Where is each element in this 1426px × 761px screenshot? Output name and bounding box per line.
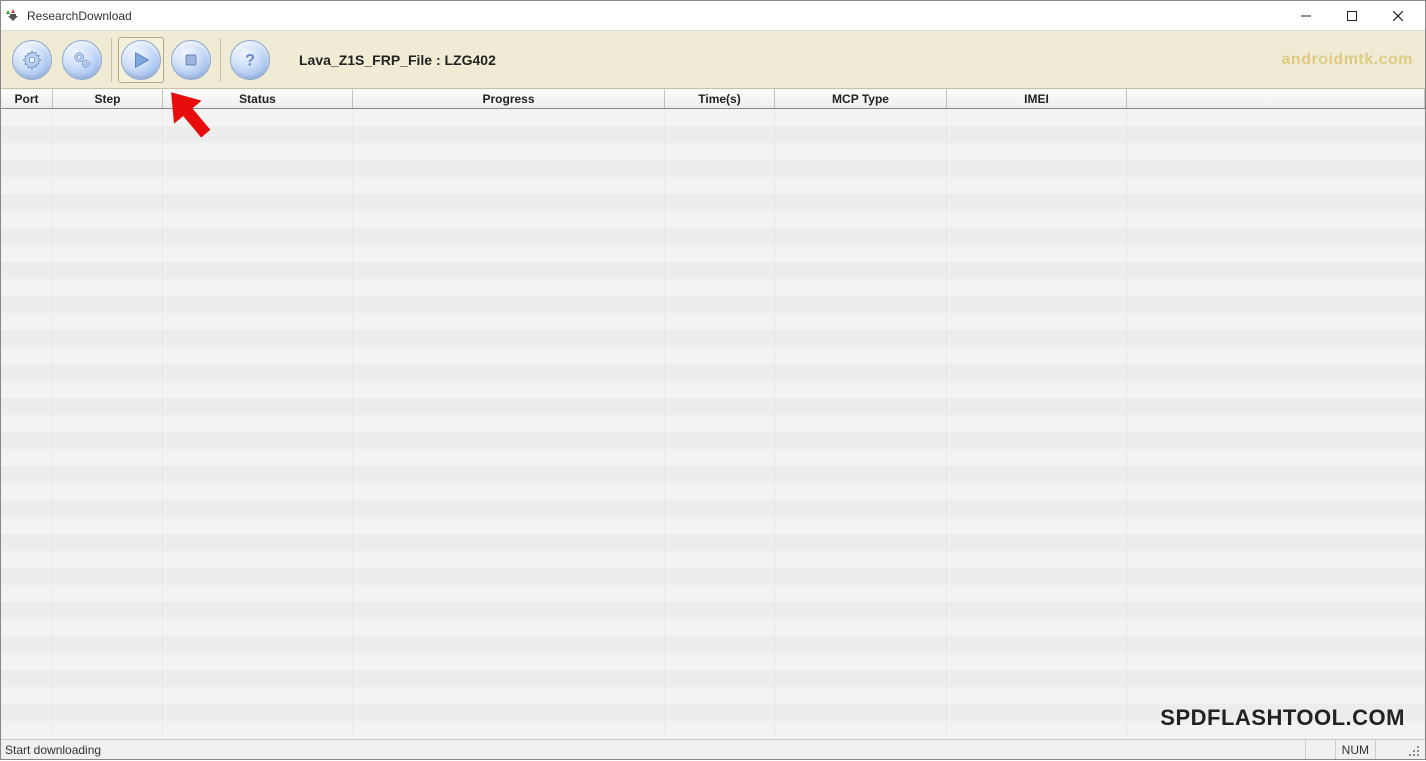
table-row[interactable] [1, 585, 1425, 602]
table-row[interactable] [1, 398, 1425, 415]
column-header-status[interactable]: Status [163, 89, 353, 108]
table-row[interactable] [1, 364, 1425, 381]
tool-group-help: ? [225, 31, 275, 89]
settings-button[interactable] [9, 37, 55, 83]
table-row[interactable] [1, 347, 1425, 364]
table-row[interactable] [1, 534, 1425, 551]
start-download-button[interactable] [118, 37, 164, 83]
table-row[interactable] [1, 313, 1425, 330]
minimize-button[interactable] [1283, 1, 1329, 31]
table-row[interactable] [1, 415, 1425, 432]
statusbar-pane-empty [1305, 740, 1335, 759]
table-row[interactable] [1, 330, 1425, 347]
close-button[interactable] [1375, 1, 1421, 31]
gears-icon [62, 40, 102, 80]
column-header-blank [1127, 89, 1425, 108]
window-title: ResearchDownload [27, 9, 1283, 23]
titlebar: ResearchDownload [1, 1, 1425, 31]
help-icon: ? [230, 40, 270, 80]
table-row[interactable] [1, 619, 1425, 636]
statusbar: Start downloading NUM [1, 739, 1425, 759]
toolbar: ? Lava_Z1S_FRP_File : LZG402 androidmtk.… [1, 31, 1425, 89]
table-row[interactable] [1, 160, 1425, 177]
help-button[interactable]: ? [227, 37, 273, 83]
play-icon [121, 40, 161, 80]
table-row[interactable] [1, 245, 1425, 262]
table-row[interactable] [1, 262, 1425, 279]
app-icon [5, 8, 21, 24]
watermark-top: androidmtk.com [1282, 51, 1413, 69]
column-header-imei[interactable]: IMEI [947, 89, 1127, 108]
table-row[interactable] [1, 143, 1425, 160]
table-row[interactable] [1, 211, 1425, 228]
statusbar-message: Start downloading [5, 743, 1305, 757]
settings2-button[interactable] [59, 37, 105, 83]
column-header-mcp[interactable]: MCP Type [775, 89, 947, 108]
table-row[interactable] [1, 194, 1425, 211]
table-row[interactable] [1, 551, 1425, 568]
table-row[interactable] [1, 466, 1425, 483]
tool-group-settings [7, 31, 107, 89]
maximize-button[interactable] [1329, 1, 1375, 31]
column-header-port[interactable]: Port [1, 89, 53, 108]
table-row[interactable] [1, 517, 1425, 534]
statusbar-indicator: NUM [1335, 740, 1375, 759]
stop-icon [171, 40, 211, 80]
table-row[interactable] [1, 721, 1425, 738]
column-header-times[interactable]: Time(s) [665, 89, 775, 108]
table-row[interactable] [1, 109, 1425, 126]
tool-group-actions [116, 31, 216, 89]
table-row[interactable] [1, 568, 1425, 585]
table-row[interactable] [1, 483, 1425, 500]
table-row[interactable] [1, 432, 1425, 449]
table-row[interactable] [1, 126, 1425, 143]
column-header-step[interactable]: Step [53, 89, 163, 108]
table-header: Port Step Status Progress Time(s) MCP Ty… [1, 89, 1425, 109]
table-row[interactable] [1, 500, 1425, 517]
table-row[interactable] [1, 177, 1425, 194]
table-row[interactable] [1, 687, 1425, 704]
stop-button[interactable] [168, 37, 214, 83]
gear-icon [12, 40, 52, 80]
toolbar-separator [111, 38, 112, 82]
table-row[interactable] [1, 279, 1425, 296]
table-row[interactable] [1, 381, 1425, 398]
table-row[interactable] [1, 449, 1425, 466]
toolbar-separator [220, 38, 221, 82]
svg-text:?: ? [245, 51, 255, 69]
table-row[interactable] [1, 296, 1425, 313]
table-row[interactable] [1, 704, 1425, 721]
table-row[interactable] [1, 670, 1425, 687]
column-header-progress[interactable]: Progress [353, 89, 665, 108]
table-row[interactable] [1, 602, 1425, 619]
table-row[interactable] [1, 636, 1425, 653]
table-row[interactable] [1, 653, 1425, 670]
statusbar-pane-empty2 [1375, 740, 1405, 759]
resize-grip-icon[interactable] [1405, 742, 1421, 758]
firmware-label: Lava_Z1S_FRP_File : LZG402 [299, 52, 496, 68]
table-row[interactable] [1, 228, 1425, 245]
table-body[interactable] [1, 109, 1425, 739]
